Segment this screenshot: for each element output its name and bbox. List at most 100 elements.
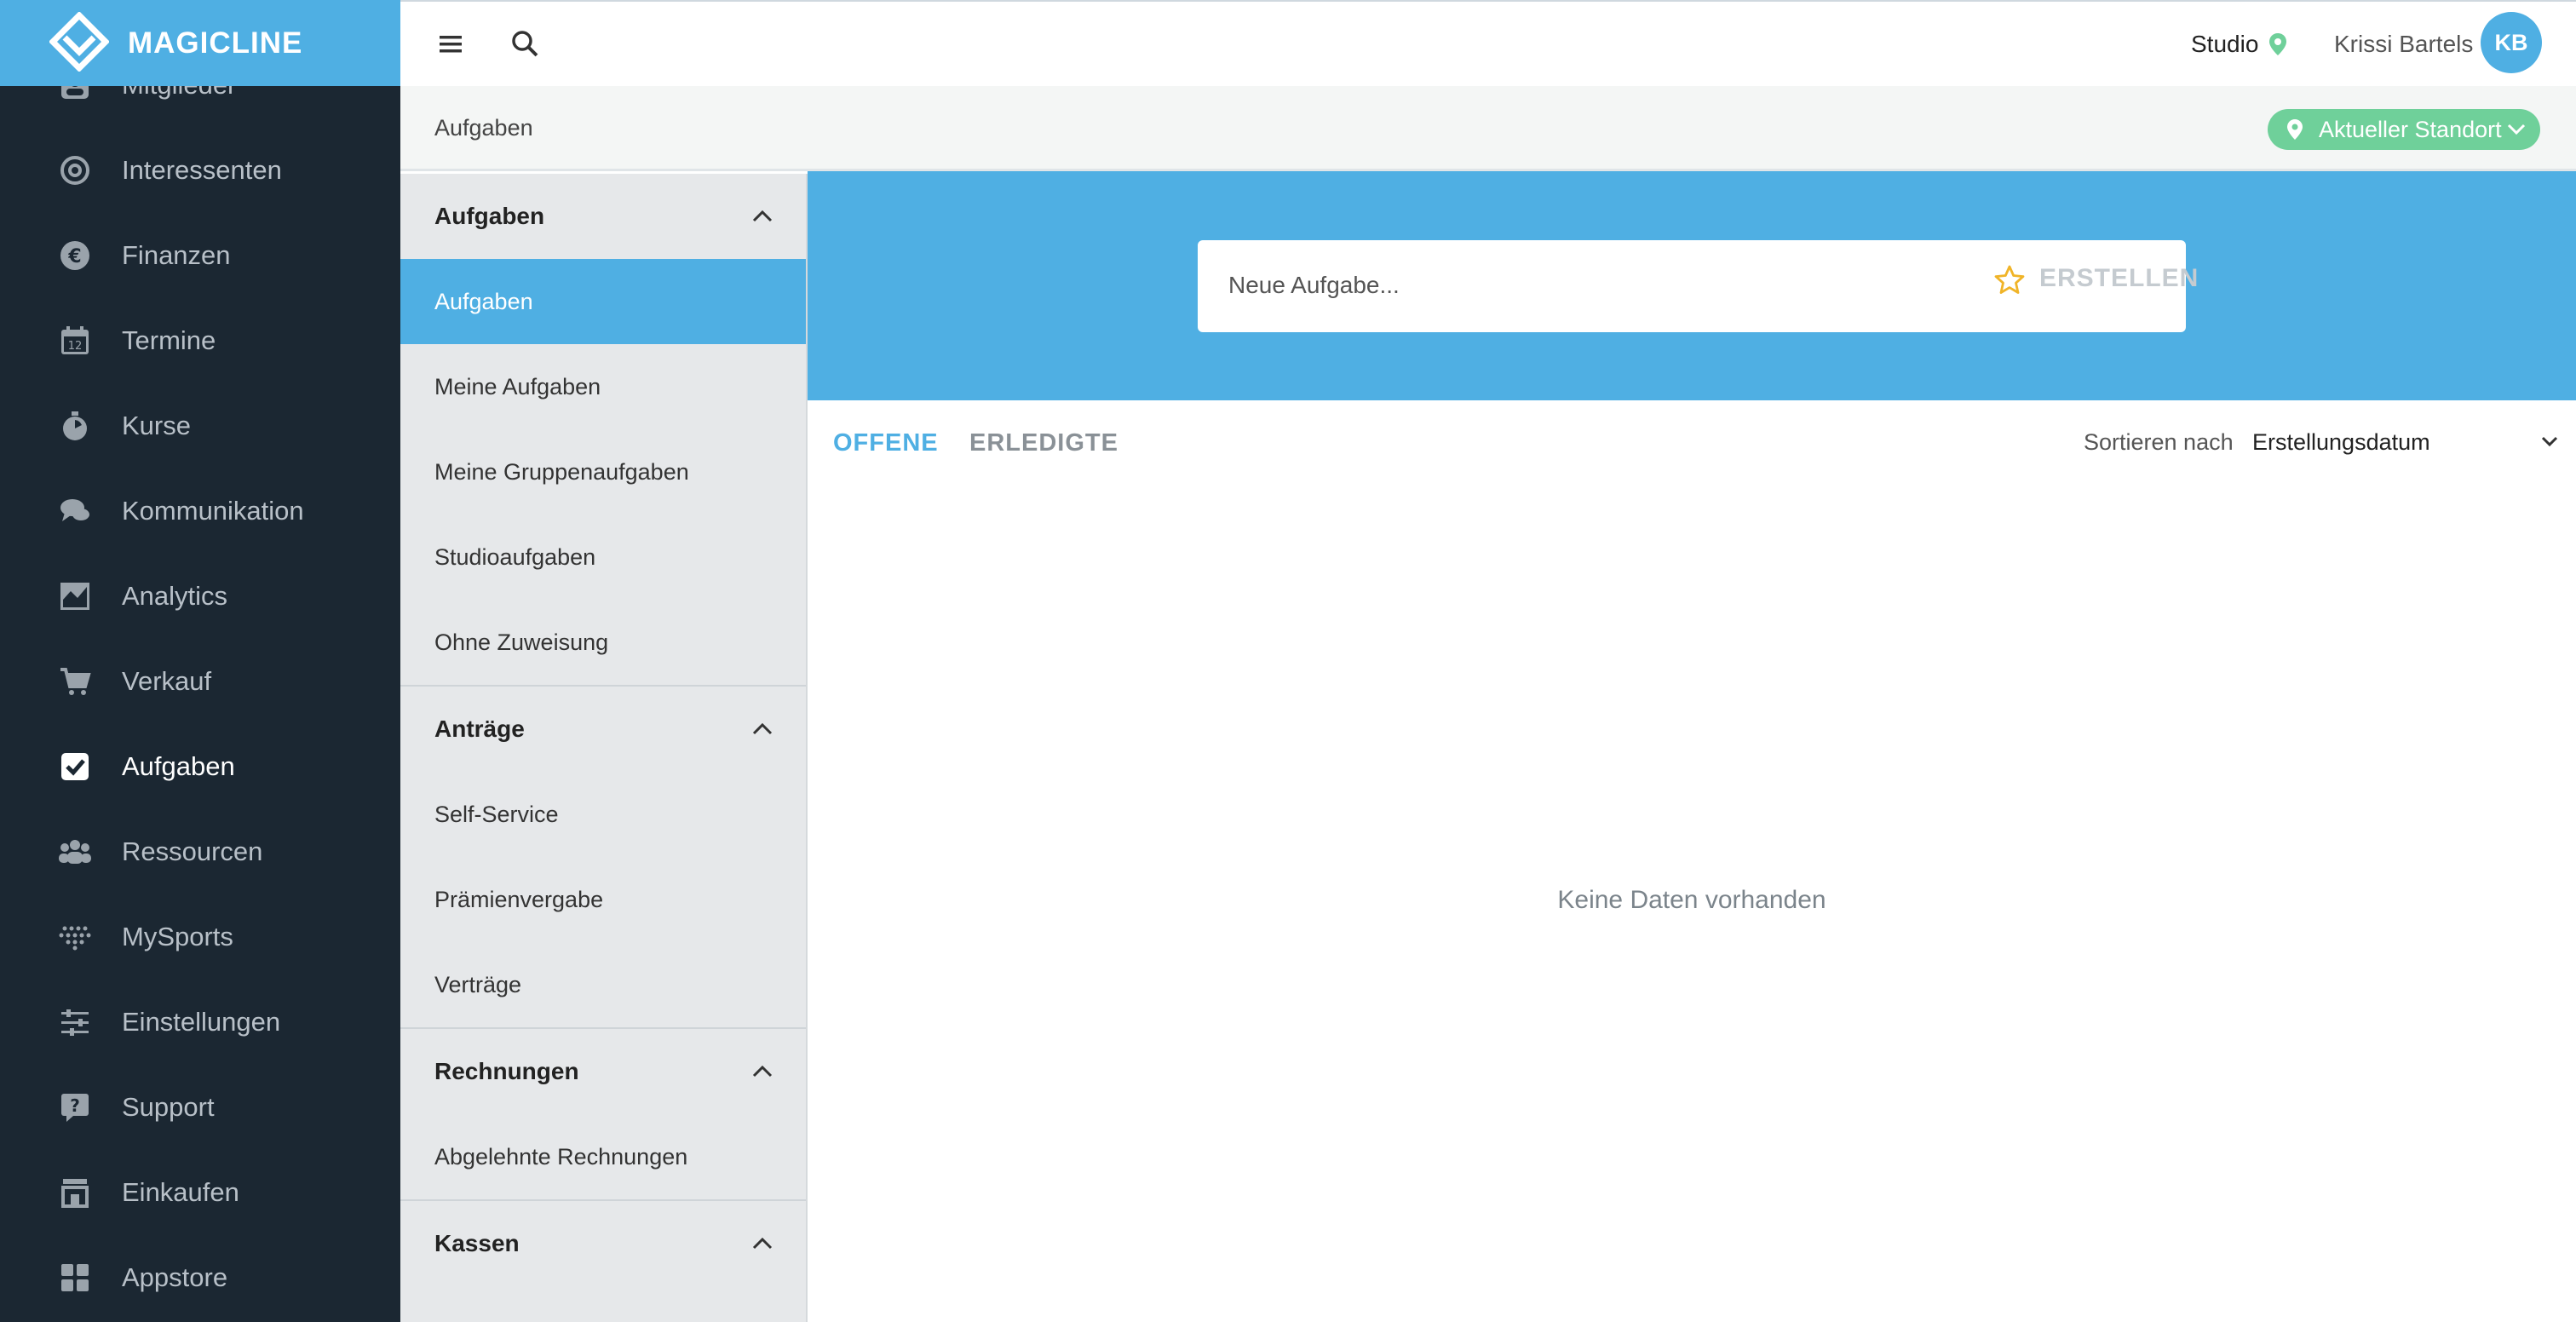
help-icon: ? [61, 1094, 89, 1122]
new-task-panel: ERSTELLEN [808, 171, 2576, 400]
main-nav-list: Mitglieder Interessenten € Finanzen 12 T… [0, 43, 400, 1320]
subnav-label: Prämienvergabe [434, 887, 604, 912]
svg-text:12: 12 [68, 340, 83, 353]
chart-icon [60, 583, 89, 610]
shop-icon [61, 1179, 89, 1208]
subnav-item-aufgaben[interactable]: Aufgaben [400, 259, 806, 344]
nav-item-mysports[interactable]: MySports [0, 894, 400, 980]
nav-label: Support [122, 1092, 215, 1122]
nav-label: Einkaufen [122, 1177, 239, 1207]
svg-text:?: ? [70, 1095, 80, 1116]
nav-label: Kommunikation [122, 496, 304, 526]
subnav-label: Meine Aufgaben [434, 374, 601, 399]
subnav-item-meine-gruppenaufgaben[interactable]: Meine Gruppenaufgaben [400, 429, 806, 514]
main-sidebar: Mitglieder Interessenten € Finanzen 12 T… [0, 0, 400, 1322]
nav-item-termine[interactable]: 12 Termine [0, 298, 400, 383]
stopwatch-icon [63, 411, 87, 440]
subnav-item-meine-aufgaben[interactable]: Meine Aufgaben [400, 344, 806, 429]
chevron-up-icon[interactable] [751, 1235, 773, 1250]
search-icon[interactable] [509, 28, 540, 59]
top-header: Studio Krissi Bartels KB [400, 0, 2576, 86]
nav-item-support[interactable]: ? Support [0, 1065, 400, 1150]
current-location-label: Aktueller Standort [2319, 117, 2502, 142]
nav-label: Finanzen [122, 240, 231, 270]
nav-label: Verkauf [122, 666, 212, 696]
breadcrumb-bar: Aufgaben Aktueller Standort [400, 86, 2576, 171]
nav-item-kurse[interactable]: Kurse [0, 383, 400, 468]
sort-select[interactable]: Erstellungsdatum [2252, 429, 2430, 456]
nav-label: MySports [122, 922, 233, 951]
tab-done[interactable]: ERLEDIGTE [969, 429, 1118, 457]
nav-item-einstellungen[interactable]: Einstellungen [0, 980, 400, 1065]
checkbox-icon [61, 753, 89, 780]
subnav-item-studioaufgaben[interactable]: Studioaufgaben [400, 514, 806, 600]
brand-header[interactable]: MAGICLINE [0, 0, 400, 86]
subnav-item-vertraege[interactable]: Verträge [400, 942, 806, 1027]
chevron-up-icon[interactable] [751, 1063, 773, 1078]
nav-item-aufgaben[interactable]: Aufgaben [0, 724, 400, 809]
euro-icon: € [60, 241, 89, 270]
sort-label: Sortieren nach [2084, 429, 2234, 455]
subnav-label: Self-Service [434, 802, 559, 827]
subnav-label: Verträge [434, 972, 522, 997]
chevron-down-icon[interactable] [2540, 434, 2559, 448]
section-header-aufgaben[interactable]: Aufgaben [400, 174, 806, 259]
subnav-item-praemienvergabe[interactable]: Prämienvergabe [400, 857, 806, 942]
create-button[interactable]: ERSTELLEN [2039, 264, 2199, 293]
task-tabs: OFFENE ERLEDIGTE Sortieren nach Erstellu… [808, 400, 2576, 486]
nav-label: Analytics [122, 581, 228, 611]
nav-item-kommunikation[interactable]: Kommunikation [0, 468, 400, 554]
chevron-down-icon [2507, 124, 2526, 135]
nav-item-verkauf[interactable]: Verkauf [0, 639, 400, 724]
tasks-subnav: Aufgaben Aufgaben Meine Aufgaben Meine G… [400, 174, 808, 1322]
brand-name: MAGICLINE [128, 26, 303, 60]
mysports-icon [59, 926, 91, 951]
section-header-kassen[interactable]: Kassen [400, 1201, 806, 1286]
nav-item-appstore[interactable]: Appstore [0, 1235, 400, 1320]
nav-label: Kurse [122, 411, 191, 440]
subnav-item-ohne-zuweisung[interactable]: Ohne Zuweisung [400, 600, 806, 685]
nav-item-einkaufen[interactable]: Einkaufen [0, 1150, 400, 1235]
nav-item-ressourcen[interactable]: Ressourcen [0, 809, 400, 894]
section-header-rechnungen[interactable]: Rechnungen [400, 1029, 806, 1114]
avatar[interactable]: KB [2481, 12, 2542, 73]
star-icon[interactable] [1993, 264, 2026, 296]
nav-label: Aufgaben [122, 751, 235, 781]
nav-label: Einstellungen [122, 1007, 281, 1037]
subnav-item-abgelehnte-rechnungen[interactable]: Abgelehnte Rechnungen [400, 1114, 806, 1199]
target-icon [60, 156, 89, 185]
new-task-input[interactable] [1227, 264, 1959, 307]
location-pin-icon [2269, 33, 2286, 55]
studio-selector[interactable]: Studio [2191, 31, 2258, 58]
subnav-item-self-service[interactable]: Self-Service [400, 772, 806, 857]
section-title: Anträge [434, 716, 525, 742]
magicline-logo-icon [49, 12, 109, 72]
chevron-up-icon[interactable] [751, 721, 773, 736]
tab-open[interactable]: OFFENE [833, 429, 939, 457]
subnav-label: Studioaufgaben [434, 544, 596, 570]
subnav-label: Aufgaben [434, 289, 533, 314]
people-icon [59, 840, 91, 864]
sliders-icon [61, 1009, 89, 1036]
breadcrumb: Aufgaben [434, 115, 533, 141]
nav-item-analytics[interactable]: Analytics [0, 554, 400, 639]
section-title: Kassen [434, 1230, 520, 1256]
apps-icon [61, 1264, 89, 1291]
subnav-label: Abgelehnte Rechnungen [434, 1144, 688, 1170]
section-title: Rechnungen [434, 1058, 579, 1084]
calendar-icon: 12 [61, 326, 89, 354]
section-title: Aufgaben [434, 203, 545, 229]
location-pin-icon [2287, 119, 2303, 140]
chevron-up-icon[interactable] [751, 208, 773, 223]
user-name[interactable]: Krissi Bartels [2334, 31, 2473, 58]
nav-label: Appstore [122, 1262, 228, 1292]
cart-icon [60, 668, 91, 695]
hamburger-menu-icon[interactable] [436, 30, 465, 59]
nav-item-finanzen[interactable]: € Finanzen [0, 213, 400, 298]
subnav-label: Ohne Zuweisung [434, 629, 609, 655]
nav-label: Ressourcen [122, 836, 263, 866]
svg-text:€: € [67, 246, 81, 267]
nav-item-interessenten[interactable]: Interessenten [0, 128, 400, 213]
current-location-button[interactable]: Aktueller Standort [2268, 109, 2540, 150]
section-header-antraege[interactable]: Anträge [400, 687, 806, 772]
